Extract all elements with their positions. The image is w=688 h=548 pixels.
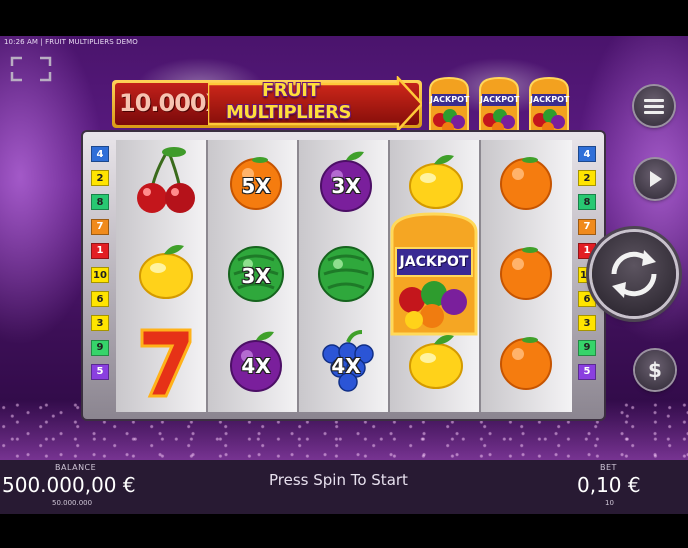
top-letterbox (0, 0, 688, 36)
payline-indicator: 4 (91, 146, 109, 162)
jackpot-badge-label: JACKPOT (480, 95, 520, 104)
balance-label: BALANCE (55, 463, 97, 472)
lemon-icon (409, 335, 463, 389)
jackpot-symbol-icon (390, 212, 478, 336)
lemon-symbol (126, 230, 206, 312)
spin-button[interactable] (592, 232, 676, 316)
payline-indicator: 2 (91, 170, 109, 187)
status-title: FRUIT MULTIPLIERS DEMO (45, 38, 138, 46)
orange-symbol (486, 140, 566, 222)
status-separator: | (40, 38, 43, 46)
lemon-icon (139, 245, 193, 299)
dollar-icon: $ (648, 358, 662, 382)
plum-symbol: 4X (216, 320, 296, 402)
payline-indicator: 9 (91, 339, 109, 356)
fullscreen-icon (10, 56, 52, 82)
jackpot-badge: JACKPOT (426, 76, 472, 140)
lemon-symbol (396, 320, 476, 402)
orange-icon (500, 157, 552, 210)
payline-indicator: 3 (91, 315, 109, 332)
balance-credits: 50.000.000 (52, 499, 93, 507)
payline-indicator: 5 (91, 363, 109, 380)
jackpot-badge-label: JACKPOT (430, 95, 470, 104)
payline-indicator: 4 (578, 146, 596, 162)
grapes-symbol: 4X (306, 320, 386, 402)
watermelon-symbol (306, 230, 386, 312)
seven-icon (140, 328, 192, 398)
payline-indicator: 7 (91, 218, 109, 235)
plum-symbol: 3X (306, 140, 386, 222)
balance-value: 500.000,00 € (2, 473, 136, 497)
status-bar: 10:26 AM | FRUIT MULTIPLIERS DEMO (4, 38, 138, 46)
symbol-multiplier: 4X (331, 354, 361, 378)
symbol-multiplier: 3X (241, 264, 271, 288)
payline-indicator: 9 (578, 339, 596, 356)
payline-indicator: 8 (91, 194, 109, 211)
jackpot-badge: JACKPOT (526, 76, 572, 140)
orange-symbol (486, 320, 566, 402)
banner: 10.000X FRUIT MULTIPLIERS JACKPOT JACKPO… (112, 76, 574, 137)
symbol-multiplier: 4X (241, 354, 271, 378)
game-title-line1: FRUIT (262, 80, 320, 101)
menu-button[interactable] (634, 86, 674, 126)
payline-indicator: 3 (578, 315, 596, 332)
symbol-multiplier: 5X (241, 174, 271, 198)
cherry-symbol (126, 140, 206, 222)
spin-arrows-icon (611, 250, 657, 298)
payline-indicator: 2 (578, 170, 596, 187)
jackpot-badge: JACKPOT (476, 76, 522, 140)
orange-symbol (486, 230, 566, 312)
payline-indicator: 1 (91, 242, 109, 259)
hamburger-icon (644, 99, 664, 114)
orange-symbol: 5X (216, 140, 296, 222)
payline-indicator: 5 (578, 363, 596, 380)
jackpot-symbol: JACKPOT (388, 210, 480, 338)
orange-icon (500, 337, 552, 390)
jackpot-badge-icon (479, 76, 519, 137)
payline-indicator: 6 (91, 291, 109, 308)
seven-symbol (126, 320, 206, 402)
jackpot-badge-icon (429, 76, 469, 137)
symbol-multiplier: 3X (331, 174, 361, 198)
bottom-letterbox (0, 514, 688, 548)
bet-button[interactable]: $ (635, 350, 675, 390)
cherry-icon (137, 147, 195, 213)
watermelon-icon (318, 246, 374, 302)
jackpot-badge-icon (529, 76, 569, 137)
payline-indicator: 8 (578, 194, 596, 211)
reel-divider (297, 140, 299, 412)
jackpot-badge-label: JACKPOT (530, 95, 570, 104)
bet-value: 0,10 € (577, 473, 641, 497)
reel-divider (206, 140, 208, 412)
autoplay-button[interactable] (635, 159, 675, 199)
orange-icon (500, 247, 552, 300)
game-title-line2: MULTIPLIERS (226, 102, 351, 123)
jackpot-symbol-label: JACKPOT (399, 254, 469, 270)
status-message: Press Spin To Start (269, 471, 408, 489)
watermelon-symbol: 3X (216, 230, 296, 312)
bet-label: BET (600, 463, 617, 472)
status-time: 10:26 AM (4, 38, 39, 46)
play-icon (650, 171, 662, 187)
fullscreen-button[interactable] (10, 56, 52, 82)
bet-credits: 10 (605, 499, 614, 507)
payline-indicator: 10 (91, 267, 109, 283)
